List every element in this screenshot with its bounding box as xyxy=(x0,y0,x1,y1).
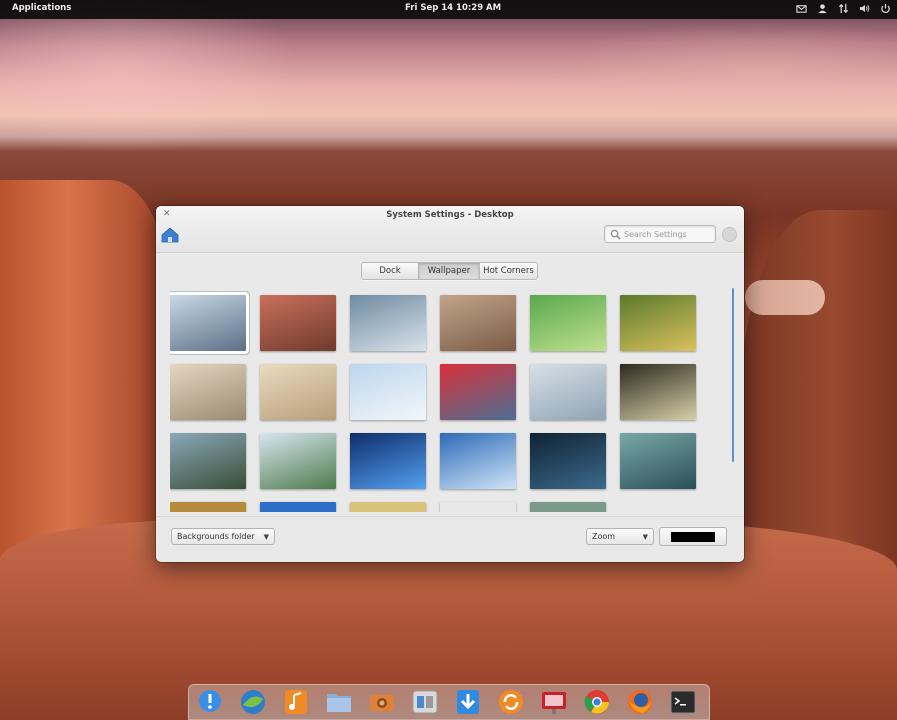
wallpaper-thumbnail[interactable] xyxy=(530,364,606,420)
files-icon[interactable] xyxy=(324,687,354,717)
applications-menu[interactable]: Applications xyxy=(12,3,71,13)
volume-icon[interactable] xyxy=(858,2,870,15)
wallpaper-thumbnail[interactable] xyxy=(440,364,516,420)
home-icon[interactable] xyxy=(160,225,180,245)
search-icon xyxy=(610,229,621,240)
tab-dock[interactable]: Dock xyxy=(362,263,419,279)
system-tray xyxy=(795,2,891,15)
wallpaper-thumbnail[interactable] xyxy=(350,295,426,351)
top-panel: Applications Fri Sep 14 10:29 AM xyxy=(0,0,897,19)
wallpaper-thumbnail[interactable] xyxy=(620,433,696,489)
zoom-mode-label: Zoom xyxy=(592,532,616,541)
backgrounds-folder-select[interactable]: Backgrounds folder ▼ xyxy=(171,528,275,545)
wallpaper-thumbnail[interactable] xyxy=(530,295,606,351)
wallpaper-scrollbar[interactable] xyxy=(732,288,734,462)
background-color-button[interactable] xyxy=(659,527,727,546)
settings-tabs: Dock Wallpaper Hot Corners xyxy=(361,262,538,280)
bottom-divider xyxy=(156,516,744,517)
wallpaper-thumbnail[interactable] xyxy=(260,502,336,512)
backgrounds-folder-label: Backgrounds folder xyxy=(177,532,255,541)
wallpaper-grid xyxy=(170,290,730,512)
music-icon[interactable] xyxy=(281,687,311,717)
update-icon[interactable] xyxy=(496,687,526,717)
wallpaper-thumbnail[interactable] xyxy=(620,295,696,351)
window-title: System Settings - Desktop xyxy=(386,210,514,220)
wallpaper-thumbnail[interactable] xyxy=(170,502,246,512)
wallpaper-thumbnail[interactable] xyxy=(170,364,246,420)
wallpaper-thumbnail[interactable] xyxy=(350,502,426,512)
wallpaper-thumbnail[interactable] xyxy=(350,433,426,489)
wallpaper-thumbnail[interactable] xyxy=(440,502,516,512)
presentation-icon[interactable] xyxy=(539,687,569,717)
search-input[interactable] xyxy=(624,229,709,239)
wallpaper-thumbnail[interactable] xyxy=(620,364,696,420)
wallpaper-thumbnail[interactable] xyxy=(440,295,516,351)
dropdown-arrow-icon: ▼ xyxy=(263,533,269,541)
tab-hot-corners[interactable]: Hot Corners xyxy=(480,263,537,279)
tab-wallpaper[interactable]: Wallpaper xyxy=(419,263,480,279)
software-download-icon[interactable] xyxy=(453,687,483,717)
system-settings-window: ✕ System Settings - Desktop Dock Wallpap… xyxy=(156,206,744,562)
user-icon[interactable] xyxy=(816,2,828,15)
clock[interactable]: Fri Sep 14 10:29 AM xyxy=(405,3,501,13)
messages-icon[interactable] xyxy=(195,687,225,717)
wallpaper-thumbnail[interactable] xyxy=(440,433,516,489)
zoom-mode-select[interactable]: Zoom ▼ xyxy=(586,528,654,545)
terminal-icon[interactable] xyxy=(668,687,698,717)
dropdown-arrow-icon: ▼ xyxy=(642,533,648,541)
photos-icon[interactable] xyxy=(367,687,397,717)
wallpaper-thumbnail[interactable] xyxy=(170,433,246,489)
switchboard-icon[interactable] xyxy=(410,687,440,717)
wallpaper-thumbnail[interactable] xyxy=(260,295,336,351)
wallpaper-thumbnail[interactable] xyxy=(170,292,249,354)
wallpaper-thumbnail[interactable] xyxy=(350,364,426,420)
wallpaper-thumbnail[interactable] xyxy=(530,433,606,489)
mail-icon[interactable] xyxy=(795,2,807,15)
search-clear-button[interactable] xyxy=(722,227,737,242)
network-icon[interactable] xyxy=(837,2,849,15)
window-titlebar[interactable]: ✕ System Settings - Desktop xyxy=(156,206,744,253)
search-field[interactable] xyxy=(604,225,716,243)
wallpaper-thumbnail[interactable] xyxy=(260,364,336,420)
power-icon[interactable] xyxy=(879,2,891,15)
wallpaper-thumbnail[interactable] xyxy=(530,502,606,512)
canyon-water xyxy=(745,280,825,315)
browser-midori-icon[interactable] xyxy=(238,687,268,717)
firefox-icon[interactable] xyxy=(625,687,655,717)
wallpaper-thumbnail[interactable] xyxy=(260,433,336,489)
chrome-icon[interactable] xyxy=(582,687,612,717)
color-swatch xyxy=(671,532,715,542)
